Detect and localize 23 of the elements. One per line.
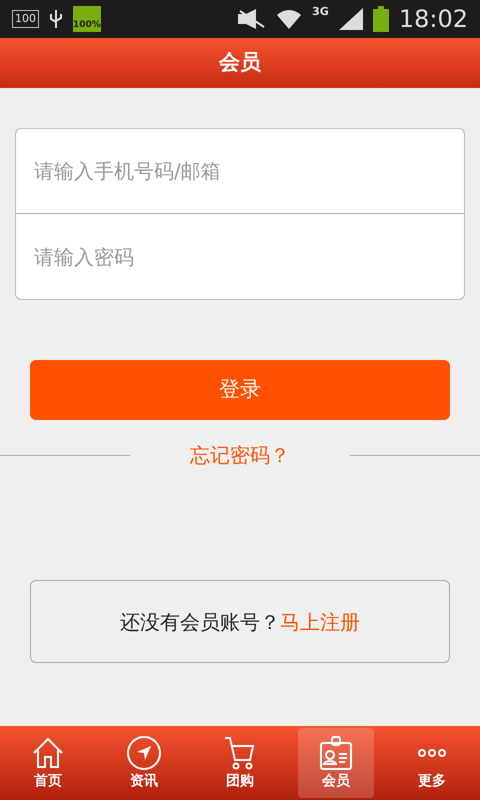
cell-signal-icon: [338, 8, 363, 30]
login-button[interactable]: 登录: [30, 360, 450, 420]
id-badge-icon: [318, 734, 354, 770]
network-type: 3G: [312, 4, 329, 20]
tab[interactable]: 团购: [202, 728, 278, 798]
compass-icon: [126, 734, 162, 770]
battery-icon: [372, 6, 389, 32]
tab[interactable]: 更多: [394, 728, 470, 798]
forgot-password-link[interactable]: 忘记密码？: [130, 440, 350, 470]
usb-icon: [49, 8, 63, 30]
tab[interactable]: 首页: [10, 728, 86, 798]
mute-icon: [238, 9, 266, 29]
signal-badge: 100: [12, 10, 39, 28]
clock: 18:02: [398, 4, 468, 35]
page-title: 会员: [219, 49, 261, 76]
account-field[interactable]: 请输入手机号码/邮箱: [15, 128, 465, 214]
wifi-icon: [276, 8, 302, 30]
tab[interactable]: 资讯: [106, 728, 182, 798]
password-field[interactable]: 请输入密码: [15, 214, 465, 300]
battery-level: 100%: [73, 6, 101, 32]
tab[interactable]: 会员: [298, 728, 374, 798]
register-link[interactable]: 马上注册: [280, 606, 360, 636]
register-prompt: 还没有会员账号？: [120, 608, 280, 636]
